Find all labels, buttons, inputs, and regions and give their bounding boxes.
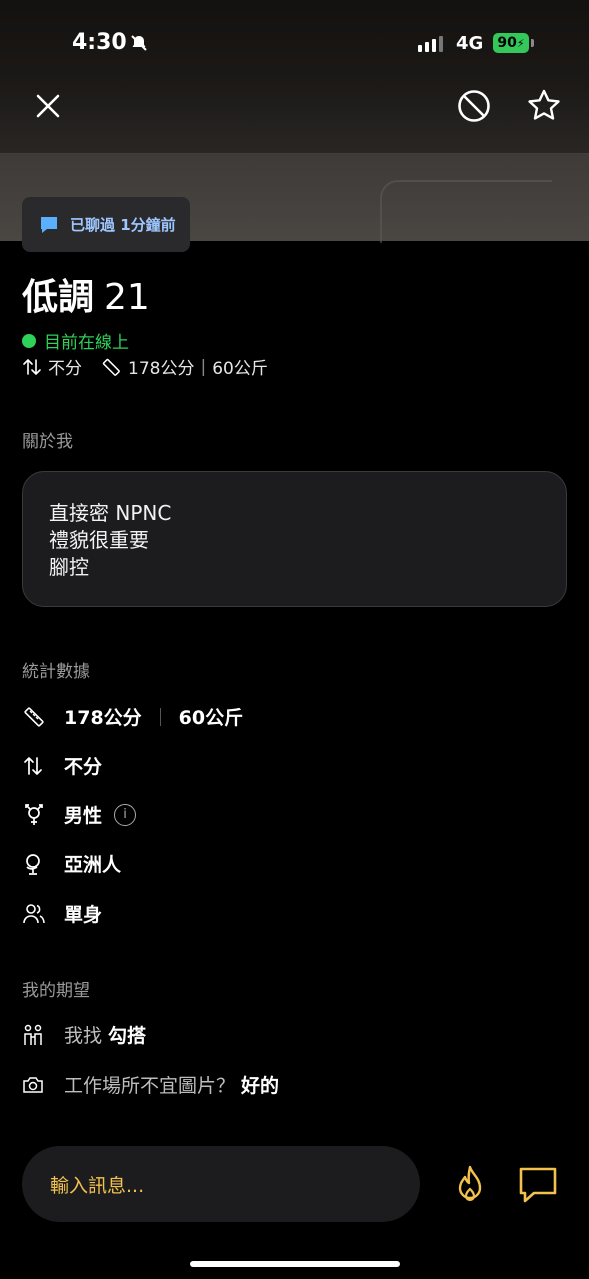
online-text: 目前在線上 bbox=[44, 333, 129, 353]
stat-divider bbox=[159, 707, 161, 726]
summary-separator: | bbox=[200, 356, 207, 377]
online-dot-icon bbox=[22, 333, 36, 348]
status-time: 4:30 bbox=[72, 30, 127, 55]
about-section-title: 關於我 bbox=[22, 432, 73, 452]
summary-height: 178公分 bbox=[128, 359, 195, 379]
profile-name: 低調 bbox=[22, 277, 95, 318]
last-chat-text: 已聊過 1分鐘前 bbox=[70, 216, 176, 234]
info-icon[interactable]: i bbox=[114, 803, 137, 826]
stat-height-weight: 178公分 60公斤 bbox=[22, 703, 243, 730]
close-icon bbox=[36, 94, 60, 118]
stat-gender-value: 男性 bbox=[64, 805, 103, 827]
stat-relationship: 單身 bbox=[22, 900, 102, 927]
chat-button[interactable] bbox=[516, 1165, 560, 1205]
home-indicator[interactable] bbox=[190, 1261, 400, 1267]
about-line: 腳控 bbox=[49, 555, 89, 579]
ruler-icon bbox=[24, 706, 44, 727]
stat-ethnicity: 亞洲人 bbox=[22, 850, 121, 877]
nsfw-label: 工作場所不宜圖片？ bbox=[64, 1075, 236, 1097]
block-button[interactable] bbox=[454, 86, 494, 126]
battery-tip bbox=[531, 39, 534, 47]
message-placeholder: 輸入訊息... bbox=[50, 1174, 145, 1197]
favorite-button[interactable] bbox=[522, 84, 566, 128]
globe-icon bbox=[26, 853, 40, 875]
people-icon bbox=[23, 903, 45, 923]
about-line: 禮貌很重要 bbox=[49, 528, 149, 552]
stat-height: 178公分 bbox=[64, 707, 142, 729]
close-button[interactable] bbox=[30, 88, 66, 124]
about-card: 直接密 NPNC 禮貌很重要 腳控 bbox=[22, 471, 567, 607]
photo-detail bbox=[380, 180, 552, 243]
block-icon bbox=[458, 90, 490, 122]
stat-relationship-value: 單身 bbox=[64, 904, 103, 926]
nsfw-value: 好的 bbox=[241, 1075, 280, 1097]
stat-position: 不分 bbox=[22, 752, 102, 779]
expectations-section-title: 我的期望 bbox=[22, 981, 90, 1001]
star-icon bbox=[528, 89, 560, 120]
looking-for-row: 我找 勾搭 bbox=[22, 1021, 146, 1048]
tap-fire-button[interactable] bbox=[450, 1164, 490, 1206]
summary-weight: 60公斤 bbox=[212, 359, 268, 379]
meet-people-icon bbox=[24, 1024, 42, 1045]
position-arrows-icon bbox=[24, 756, 42, 775]
chat-bubble-icon bbox=[41, 216, 57, 233]
status-bar: 4:30 4G 90 ⚡ bbox=[0, 30, 589, 60]
flame-icon bbox=[458, 1165, 482, 1202]
profile-summary: 不分 178公分 | 60公斤 bbox=[22, 354, 268, 379]
stat-ethnicity-value: 亞洲人 bbox=[64, 854, 122, 876]
nsfw-row: 工作場所不宜圖片？ 好的 bbox=[22, 1071, 279, 1098]
battery-level: 90 bbox=[497, 35, 517, 51]
message-input[interactable]: 輸入訊息... bbox=[22, 1146, 420, 1222]
about-line: 直接密 NPNC bbox=[49, 501, 172, 525]
network-type: 4G bbox=[456, 33, 484, 54]
summary-position: 不分 bbox=[48, 359, 82, 379]
looking-for-label: 我找 bbox=[64, 1025, 103, 1047]
message-bubble-icon bbox=[519, 1167, 557, 1203]
stat-weight: 60公斤 bbox=[178, 707, 244, 729]
last-chat-badge[interactable]: 已聊過 1分鐘前 bbox=[22, 197, 190, 252]
stat-gender: 男性 i bbox=[22, 801, 137, 828]
stat-position-value: 不分 bbox=[64, 756, 103, 778]
mute-bell-icon bbox=[130, 34, 148, 56]
signal-icon bbox=[418, 36, 443, 52]
stats-section-title: 統計數據 bbox=[22, 662, 90, 682]
charging-bolt-icon: ⚡ bbox=[516, 36, 525, 50]
profile-name-age: 低調 21 bbox=[22, 268, 150, 320]
profile-age: 21 bbox=[104, 277, 150, 318]
battery-icon: 90 ⚡ bbox=[493, 33, 529, 53]
online-status: 目前在線上 bbox=[22, 328, 129, 353]
photo-top-shade bbox=[0, 0, 589, 154]
ruler-icon bbox=[102, 358, 120, 376]
looking-for-value: 勾搭 bbox=[108, 1025, 147, 1047]
gender-icon bbox=[25, 803, 43, 825]
position-arrows-icon bbox=[23, 358, 41, 375]
camera-icon bbox=[23, 1076, 43, 1093]
